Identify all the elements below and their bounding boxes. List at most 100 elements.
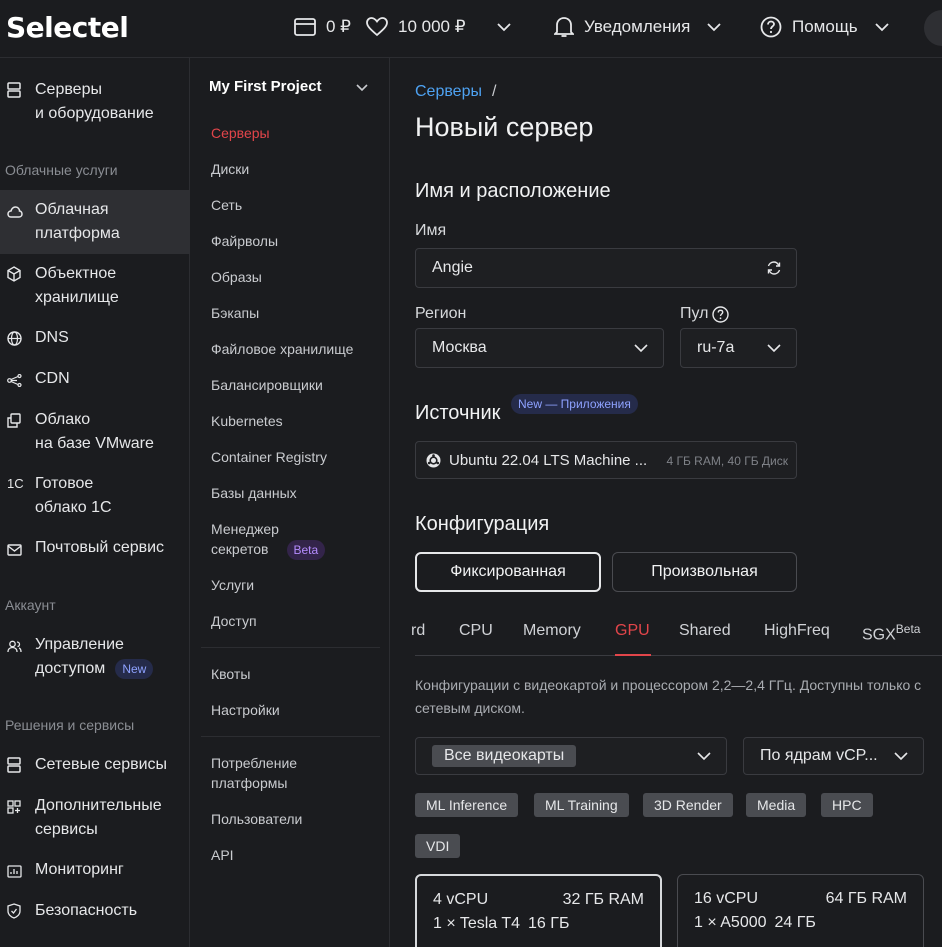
- question-circle-icon[interactable]: [712, 305, 730, 323]
- project-nav-settings[interactable]: Настройки: [211, 700, 280, 720]
- project-nav-disks[interactable]: Диски: [211, 159, 249, 179]
- tag-chip[interactable]: ML Inference: [415, 793, 519, 817]
- chevron-down-icon: [707, 23, 721, 32]
- nav-label: CDN: [35, 370, 70, 387]
- bonus-value: 10 000 ₽: [398, 17, 466, 36]
- project-nav-images[interactable]: Образы: [211, 267, 262, 287]
- tab-gpu[interactable]: GPU: [615, 622, 650, 640]
- project-nav-balancers[interactable]: Балансировщики: [211, 375, 323, 395]
- config-custom-button[interactable]: Произвольная: [612, 552, 797, 592]
- logo[interactable]: Selectel: [6, 11, 129, 44]
- nav-item-security[interactable]: Безопасность: [0, 899, 190, 927]
- nav-label: Дополнительные: [35, 797, 162, 814]
- project-nav-network[interactable]: Сеть: [211, 195, 242, 215]
- nav-item-cdn[interactable]: CDN: [0, 367, 190, 395]
- project-nav-firewalls[interactable]: Файрволы: [211, 231, 278, 251]
- pool-value: ru-7a: [697, 339, 735, 356]
- tab-sgx[interactable]: SGXBeta: [862, 622, 920, 644]
- nav-item-network[interactable]: Сетевые сервисы: [0, 753, 190, 781]
- nav-label: Менеджер: [211, 521, 279, 537]
- section-title-name: Имя и расположение: [415, 180, 611, 202]
- config-tabs: rd CPU Memory GPU Shared HighFreq SGXBet…: [411, 620, 942, 656]
- tag-chip[interactable]: 3D Render: [643, 793, 733, 817]
- avatar[interactable]: [924, 10, 942, 46]
- bonus-widget[interactable]: 10 000 ₽: [366, 14, 466, 40]
- source-select[interactable]: Ubuntu 22.04 LTS Machine ... 4 ГБ RAM, 4…: [415, 441, 797, 479]
- name-field[interactable]: Angie: [415, 248, 797, 288]
- project-nav-services[interactable]: Услуги: [211, 575, 254, 595]
- card-ram: 64 ГБ RAM: [825, 890, 907, 907]
- nav-label: секретов: [211, 541, 269, 557]
- card-cpu: 16 vCPU: [694, 890, 759, 907]
- project-nav-databases[interactable]: Базы данных: [211, 483, 297, 503]
- project-nav-backups[interactable]: Бэкапы: [211, 303, 259, 323]
- name-value: Angie: [432, 259, 473, 276]
- tab-standard[interactable]: rd: [411, 622, 425, 640]
- nav-item-1c[interactable]: 1C Готовое облако 1С: [0, 472, 190, 520]
- name-label: Имя: [415, 222, 447, 239]
- nav-item-cloud-platform[interactable]: Облачная платформа: [0, 190, 190, 254]
- section-title-config: Конфигурация: [415, 513, 550, 535]
- tag-chip[interactable]: HPC: [821, 793, 873, 817]
- project-nav-api[interactable]: API: [211, 845, 234, 865]
- project-selector[interactable]: My First Project: [209, 78, 322, 95]
- source-new-badge[interactable]: New — Приложения: [511, 394, 638, 414]
- nav-item-access[interactable]: Управление доступом New: [0, 633, 190, 681]
- sort-select[interactable]: По ядрам vCP...: [743, 737, 924, 775]
- nav-label: доступом: [35, 660, 106, 677]
- balance-dropdown[interactable]: [496, 14, 522, 40]
- nav-label: Сетевые сервисы: [35, 756, 168, 773]
- nav-item-servers[interactable]: Серверы и оборудование: [0, 78, 190, 126]
- globe-icon: [0, 326, 35, 354]
- nav-label: облако 1С: [35, 499, 112, 516]
- pool-select[interactable]: ru-7a: [680, 328, 797, 368]
- project-nav-quotas[interactable]: Квоты: [211, 664, 250, 684]
- balance-widget[interactable]: 0 ₽: [294, 14, 351, 40]
- project-nav-file-storage[interactable]: Файловое хранилище: [211, 339, 353, 359]
- region-value: Москва: [432, 339, 487, 356]
- nav-item-monitoring[interactable]: Мониторинг: [0, 858, 190, 886]
- project-nav-access[interactable]: Доступ: [211, 611, 257, 631]
- gpu-filter-select[interactable]: Все видеокарты: [415, 737, 727, 775]
- project-nav-consumption[interactable]: Потребление платформы: [211, 753, 297, 793]
- tag-chip[interactable]: Media: [746, 793, 807, 817]
- nav-label: DNS: [35, 329, 69, 346]
- project-nav-secrets[interactable]: Менеджер секретов Beta: [211, 519, 326, 561]
- notifications-menu[interactable]: Уведомления: [554, 14, 722, 40]
- notifications-label: Уведомления: [584, 17, 691, 36]
- nav-item-dns[interactable]: DNS: [0, 326, 190, 354]
- breadcrumb-servers[interactable]: Серверы: [415, 83, 482, 101]
- tab-memory[interactable]: Memory: [523, 622, 581, 640]
- source-value: Ubuntu 22.04 LTS Machine ...: [449, 451, 648, 469]
- project-nav-users[interactable]: Пользователи: [211, 809, 302, 829]
- nav-label: Объектное: [35, 265, 117, 282]
- section-account: Аккаунт: [5, 597, 56, 613]
- card-gpu: 1 × A5000: [694, 914, 767, 931]
- tab-highfreq[interactable]: HighFreq: [764, 622, 830, 640]
- nav-item-vmware[interactable]: Облако на базе VMware: [0, 408, 190, 456]
- refresh-icon[interactable]: [766, 260, 782, 276]
- config-fixed-button[interactable]: Фиксированная: [415, 552, 601, 592]
- divider: [201, 736, 380, 737]
- gpu-config-card[interactable]: 4 vCPU 32 ГБ RAM 1 × Tesla T4 16 ГБ: [415, 874, 662, 947]
- tag-chip[interactable]: ML Training: [534, 793, 629, 817]
- nav-label: Серверы: [35, 81, 102, 98]
- nav-item-mail[interactable]: Почтовый сервис: [0, 536, 190, 564]
- nav-item-object-storage[interactable]: Объектное хранилище: [0, 262, 190, 310]
- chevron-down-icon[interactable]: [355, 83, 369, 92]
- nav-label: Управление: [35, 636, 124, 653]
- project-nav-servers[interactable]: Серверы: [211, 123, 270, 143]
- tab-cpu[interactable]: CPU: [459, 622, 493, 640]
- server-icon: [0, 78, 35, 106]
- project-nav-kubernetes[interactable]: Kubernetes: [211, 411, 283, 431]
- tag-chip[interactable]: VDI: [415, 834, 461, 858]
- gpu-description: Конфигурации с видеокартой и процессором…: [415, 677, 922, 716]
- help-menu[interactable]: Помощь: [760, 14, 890, 40]
- project-nav-container-registry[interactable]: Container Registry: [211, 447, 327, 467]
- gpu-config-card[interactable]: 16 vCPU 64 ГБ RAM 1 × A5000 24 ГБ: [677, 874, 924, 947]
- nav-item-additional[interactable]: Дополнительные сервисы: [0, 794, 190, 842]
- region-select[interactable]: Москва: [415, 328, 664, 368]
- chevron-down-icon: [894, 752, 908, 761]
- tab-shared[interactable]: Shared: [679, 622, 731, 640]
- nav-label: платформа: [35, 225, 120, 242]
